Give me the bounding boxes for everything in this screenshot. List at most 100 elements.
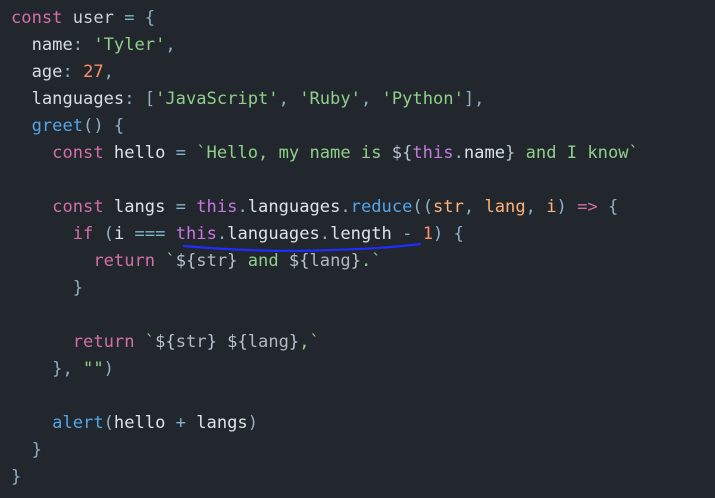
code-token: , (103, 62, 114, 82)
code-token: name (463, 143, 506, 163)
code-token: const (11, 143, 104, 163)
code-token: = (124, 8, 135, 28)
code-line: const hello = `Hello, my name is ${this.… (11, 140, 639, 167)
code-token: 'Ruby' (299, 89, 361, 109)
code-token: } (206, 332, 217, 352)
code-block[interactable]: const user = { name: 'Tyler', age: 27, l… (11, 5, 639, 491)
code-token: === (124, 224, 176, 244)
code-line: languages: ['JavaScript', 'Ruby', 'Pytho… (11, 86, 639, 113)
code-line: return `${str} and ${lang}.` (11, 248, 639, 275)
code-token: lang (247, 332, 289, 352)
code-token: 'Tyler' (93, 35, 166, 55)
code-token: languages (247, 197, 341, 217)
code-token: ) (103, 359, 114, 379)
code-token: ,` (299, 332, 320, 352)
code-token: lang (309, 251, 351, 271)
code-token: return (11, 332, 135, 352)
code-token: } (11, 467, 22, 487)
code-token: greet (11, 116, 84, 136)
code-token: str (175, 332, 207, 352)
code-line: name: 'Tyler', (11, 32, 639, 59)
code-token: } (350, 251, 361, 271)
code-token: i (113, 224, 125, 244)
code-token: }, (11, 359, 84, 379)
code-editor[interactable]: const user = { name: 'Tyler', age: 27, l… (0, 0, 715, 498)
code-token: ${ (288, 251, 310, 271)
code-token: ( (103, 413, 114, 433)
code-token: 1 (422, 224, 434, 244)
code-token: } (227, 251, 238, 271)
code-token: str (433, 197, 464, 217)
code-token: user (62, 8, 125, 28)
code-token: ` (134, 332, 156, 352)
code-line: } (11, 437, 639, 464)
code-token: . (453, 143, 464, 163)
code-token: ) { (433, 224, 464, 244)
code-token: : (62, 62, 84, 82)
code-token: this (196, 197, 238, 217)
code-token: ) (556, 197, 578, 217)
code-token: ` (155, 251, 176, 271)
code-token: ], (463, 89, 485, 109)
code-token: reduce (350, 197, 413, 217)
code-token: . (340, 197, 351, 217)
code-token: str (196, 251, 228, 271)
code-token: , (463, 197, 485, 217)
code-line: return `${str} ${lang},` (11, 329, 639, 356)
code-token: : (72, 35, 94, 55)
code-token: langs (196, 413, 248, 433)
code-token: lang (484, 197, 526, 217)
code-line: alert(hello + langs) (11, 410, 639, 437)
code-token: { (134, 8, 156, 28)
code-token: ( (93, 224, 114, 244)
code-token: .` (360, 251, 382, 271)
code-line: } (11, 464, 639, 491)
code-token: ${ (391, 143, 413, 163)
code-token: alert (11, 413, 104, 433)
code-token: languages (227, 224, 320, 244)
code-token: this (412, 143, 454, 163)
code-token: , (278, 89, 300, 109)
code-token: languages (11, 89, 125, 109)
code-token: , (360, 89, 382, 109)
code-token: return (11, 251, 156, 271)
code-token: , (165, 35, 176, 55)
code-token: hello (103, 143, 176, 163)
code-token: and (237, 251, 289, 271)
code-token: . (319, 224, 331, 244)
code-token: . (216, 224, 228, 244)
code-token: ${ (175, 251, 197, 271)
code-token: } (11, 440, 42, 460)
code-token: const (11, 197, 104, 217)
code-line: } (11, 275, 639, 302)
code-token: () { (83, 116, 125, 136)
code-token: : [ (124, 89, 156, 109)
code-token: `Hello, my name is (185, 143, 392, 163)
code-token: ${ (155, 332, 176, 352)
code-line: greet() { (11, 113, 639, 140)
code-token: = (175, 197, 186, 217)
code-line: if (i === this.languages.length - 1) { (11, 221, 639, 248)
code-line: age: 27, (11, 59, 639, 86)
code-line: const langs = this.languages.reduce((str… (11, 194, 639, 221)
code-token: , (525, 197, 547, 217)
code-token: 27 (83, 62, 104, 82)
code-token: - (391, 224, 423, 244)
code-token: => (577, 197, 598, 217)
code-token: and I know` (515, 143, 639, 163)
code-token: hello (113, 413, 166, 433)
code-token: age (11, 62, 63, 82)
code-token: i (546, 197, 557, 217)
code-token: langs (103, 197, 176, 217)
code-token: "" (83, 359, 104, 379)
code-token: . (237, 197, 248, 217)
code-token: } (505, 143, 516, 163)
code-line: }, "") (11, 356, 639, 383)
code-token: ${ (227, 332, 248, 352)
code-token: } (288, 332, 300, 352)
code-token: name (11, 35, 73, 55)
code-token: + (165, 413, 197, 433)
